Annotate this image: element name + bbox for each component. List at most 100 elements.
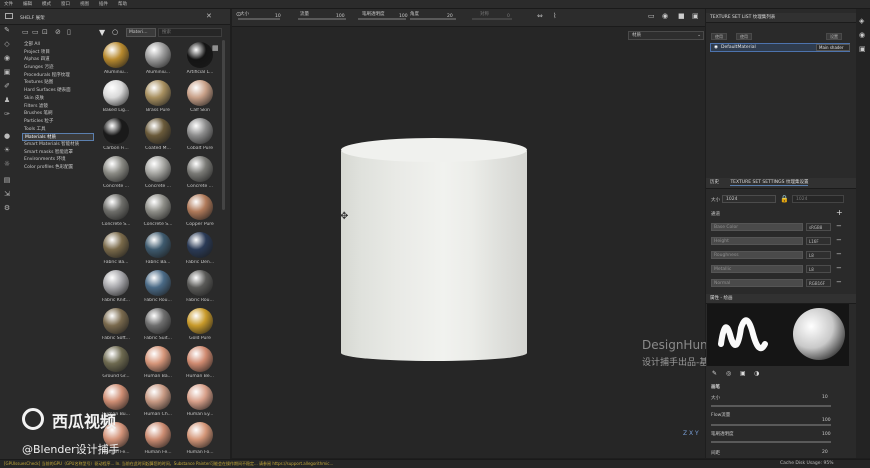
material-tile[interactable]: Human Fe...	[138, 422, 178, 460]
brush-tool-icon[interactable]: ✎	[3, 26, 11, 34]
settings-icon[interactable]: ⚙	[3, 204, 11, 212]
screenshot-icon[interactable]: ▣	[692, 12, 699, 20]
category-filters[interactable]: Filters 滤镜	[22, 103, 94, 111]
import-icon[interactable]: ⊡	[42, 28, 48, 36]
channel-name[interactable]: Metallic	[711, 265, 803, 273]
material-tile[interactable]: Concrete S...	[96, 194, 136, 232]
material-tile[interactable]: Calf Skin	[180, 80, 220, 118]
material-tile[interactable]: Fabric Suit...	[138, 308, 178, 346]
visible-icon[interactable]: ◉	[714, 44, 718, 52]
tss-size-dropdown[interactable]: 1024	[722, 195, 776, 203]
material-tile[interactable]: Brass Pure	[138, 80, 178, 118]
display-settings-icon[interactable]: ▣	[859, 45, 866, 53]
material-tile[interactable]: Gold Pure	[180, 308, 220, 346]
category-materials[interactable]: Materials 材质	[22, 133, 94, 141]
stencil-icon[interactable]: ▣	[740, 370, 746, 377]
material-tile[interactable]: Coated M...	[138, 118, 178, 156]
channel-name[interactable]: Roughness	[711, 251, 803, 259]
smudge-tool-icon[interactable]: ✐	[3, 82, 11, 90]
material-tile[interactable]: Concrete ...	[96, 156, 136, 194]
tsl-button-2[interactable]: 使用	[736, 33, 752, 40]
material-tile[interactable]: Human Fo...	[180, 422, 220, 460]
category-brushes[interactable]: Brushes 笔刷	[22, 110, 94, 118]
hide-icon[interactable]: ⊘	[55, 28, 61, 36]
remove-channel-icon[interactable]: −	[836, 264, 842, 272]
material-tile[interactable]: Human Ba...	[138, 346, 178, 384]
material-tile[interactable]: Aluminiu...	[138, 42, 178, 80]
menu-mode[interactable]: 模式	[42, 1, 51, 7]
layers-icon[interactable]: ◈	[859, 17, 864, 25]
filter-icon[interactable]: ▼	[99, 28, 105, 37]
material-tile[interactable]: Fabric Knit...	[96, 270, 136, 308]
filter-tag[interactable]: Materi...	[126, 28, 156, 37]
shelf-search-input[interactable]: 搜索	[158, 28, 222, 37]
category-alphas[interactable]: Alphas 四道	[22, 56, 94, 64]
eraser-tool-icon[interactable]: ◇	[3, 40, 11, 48]
lock-icon[interactable]: 🔒	[780, 195, 789, 203]
category-particles[interactable]: Particles 粒子	[22, 118, 94, 126]
channel-name[interactable]: Normal	[711, 279, 803, 287]
camera-icon[interactable]: ◉	[662, 12, 668, 20]
export-icon[interactable]: ⇲	[3, 190, 11, 198]
tab-texture-set-settings[interactable]: TEXTURE SET SETTINGS 纹理集设置	[730, 180, 809, 186]
menu-help[interactable]: 帮助	[118, 1, 127, 7]
category-smart-masks[interactable]: Smart masks 智能遮罩	[22, 149, 94, 157]
brush-icon[interactable]: ✎	[712, 370, 717, 377]
material-tile[interactable]: Fabric Soft...	[96, 308, 136, 346]
shader-dropdown[interactable]: Main shader	[816, 44, 850, 51]
symmetry-icon[interactable]: ⇔	[537, 12, 543, 20]
category-color-profiles[interactable]: Color profiles 色彩配置	[22, 164, 94, 172]
new-folder-icon[interactable]: ▭	[32, 28, 39, 36]
display-mode-icon[interactable]: ▭	[648, 12, 655, 20]
search-icon[interactable]: ○	[112, 28, 118, 36]
shelf-scrollbar[interactable]	[222, 40, 225, 210]
channel-name[interactable]: Base Color	[711, 223, 803, 231]
clone-tool-icon[interactable]: ♟	[3, 96, 11, 104]
picker-tool-icon[interactable]: ✑	[3, 110, 11, 118]
tsl-button-1[interactable]: 使用	[711, 33, 727, 40]
remove-channel-icon[interactable]: −	[836, 236, 842, 244]
log-icon[interactable]: ▤	[3, 176, 11, 184]
material-tile[interactable]: Aluminiu...	[96, 42, 136, 80]
category-tools[interactable]: Tools 工具	[22, 126, 94, 134]
tss-size-dropdown-2[interactable]: 1024	[792, 195, 844, 203]
material-tile[interactable]: Fabric Ba...	[96, 232, 136, 270]
close-icon[interactable]: ✕	[206, 12, 212, 20]
category-environments[interactable]: Environments 环境	[22, 156, 94, 164]
display-icon[interactable]: ☼	[3, 160, 11, 168]
add-channel-icon[interactable]: +	[836, 208, 843, 217]
category-procedurals[interactable]: Procedurals 程序纹理	[22, 72, 94, 80]
lazy-mouse-icon[interactable]: ⌇	[553, 12, 556, 20]
category-project[interactable]: Project 项目	[22, 49, 94, 57]
material-tile[interactable]: Concrete S...	[138, 194, 178, 232]
category-all[interactable]: 全部 All	[22, 41, 94, 49]
material-tile[interactable]: Copper Pure	[180, 194, 220, 232]
material-tile[interactable]: Concrete ...	[138, 156, 178, 194]
material-tile[interactable]: Baked Lig...	[96, 80, 136, 118]
remove-channel-icon[interactable]: −	[836, 222, 842, 230]
remove-channel-icon[interactable]: −	[836, 278, 842, 286]
channel-format-dropdown[interactable]: RGB16F	[806, 279, 831, 287]
geometry-mask-icon[interactable]: ▣	[3, 68, 11, 76]
projection-tool-icon[interactable]: ◉	[3, 54, 11, 62]
category-textures[interactable]: Textures 贴图	[22, 79, 94, 87]
size-slider[interactable]	[238, 18, 280, 20]
material-tile[interactable]: Concrete ...	[180, 156, 220, 194]
tab-history[interactable]: 历史	[710, 180, 719, 185]
folder-icon[interactable]: ▭	[22, 28, 29, 36]
material-tile[interactable]: Human Be...	[180, 346, 220, 384]
edit-icon[interactable]: ▯	[67, 28, 71, 36]
material-tile[interactable]: Artificial L...	[180, 42, 220, 80]
channel-name[interactable]: Height	[711, 237, 803, 245]
remove-channel-icon[interactable]: −	[836, 250, 842, 258]
tsl-settings-dropdown[interactable]: 设置	[826, 33, 842, 40]
material-tile[interactable]: Fabric Rou...	[138, 270, 178, 308]
material-tile[interactable]: Fabric Den...	[180, 232, 220, 270]
material-tile[interactable]: Fabric Rou...	[180, 270, 220, 308]
cylinder-top[interactable]	[341, 138, 527, 162]
channel-format-dropdown[interactable]: L8	[806, 265, 831, 273]
category-skin[interactable]: Skin 皮肤	[22, 95, 94, 103]
bake-icon[interactable]: ●	[3, 132, 11, 140]
material-icon[interactable]: ◑	[754, 370, 759, 377]
material-tile[interactable]: Human Ey...	[180, 384, 220, 422]
